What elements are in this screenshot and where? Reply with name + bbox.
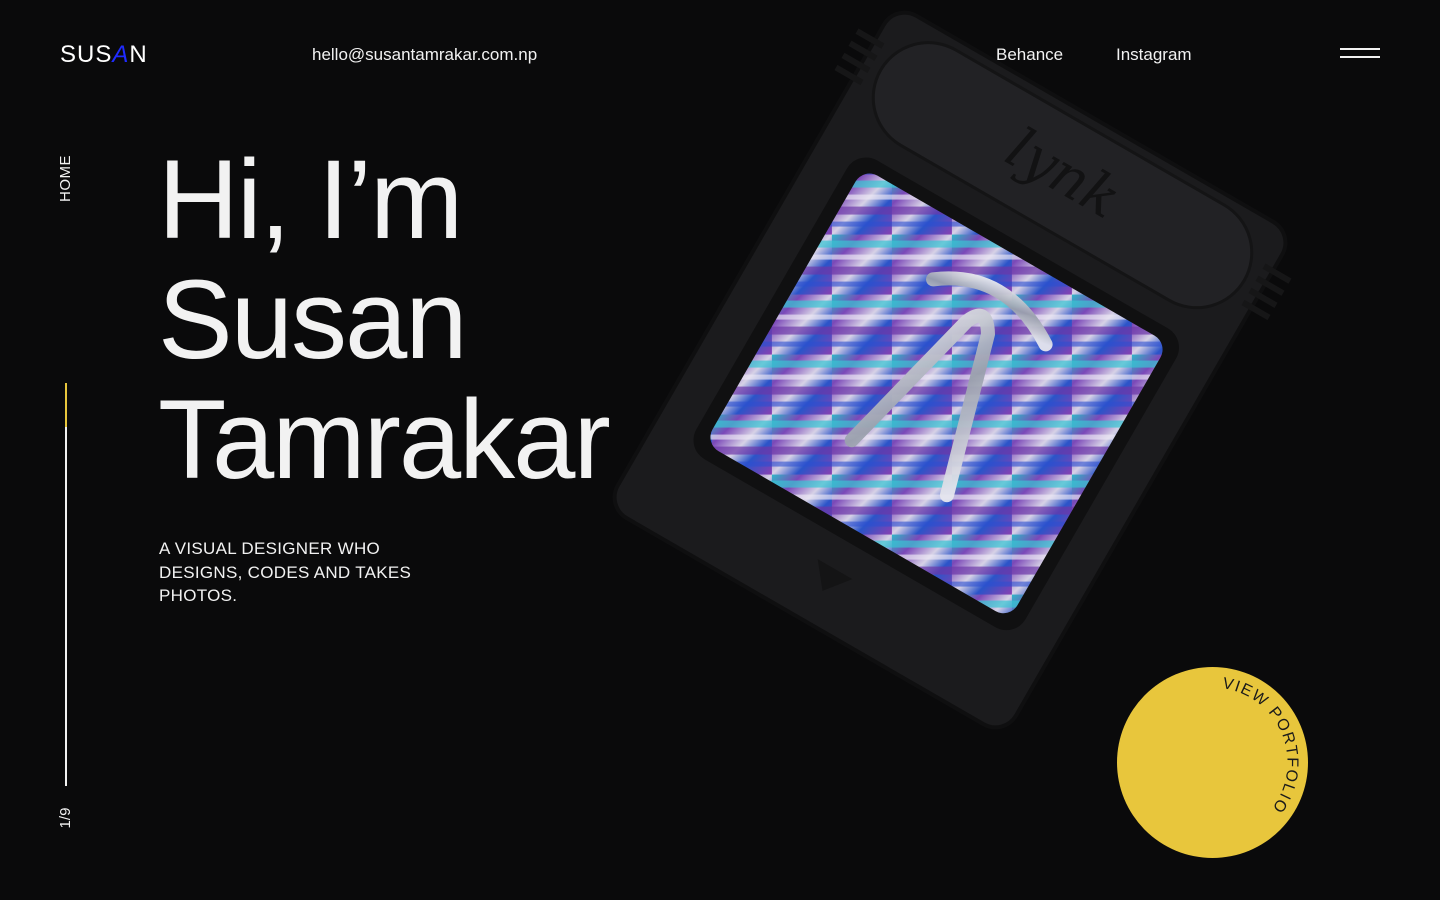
view-portfolio-button[interactable]: VIEW PORTFOLIO bbox=[1117, 667, 1308, 858]
hero-subtitle: A VISUAL DESIGNER WHO DESIGNS, CODES AND… bbox=[159, 539, 412, 605]
hero-heading-line-3: Tamrakar bbox=[158, 377, 611, 502]
site-logo[interactable]: SUSAN bbox=[60, 40, 148, 70]
scroll-progress-track bbox=[65, 383, 67, 786]
hamburger-menu-button[interactable] bbox=[1340, 46, 1380, 64]
cta-circle-background bbox=[1117, 667, 1308, 858]
hero-heading-line-2: Susan bbox=[158, 257, 468, 382]
hero-heading: Hi, I’m Susan Tamrakar bbox=[158, 137, 611, 502]
hamburger-line-bottom bbox=[1340, 56, 1380, 58]
logo-text-start: SUS bbox=[60, 41, 113, 68]
game-cartridge-artwork: lynk bbox=[612, 10, 1292, 730]
hamburger-line-top bbox=[1340, 48, 1380, 50]
logo-text-end: N bbox=[129, 41, 148, 68]
scroll-progress-fill bbox=[65, 383, 67, 427]
slide-counter: 1/9 bbox=[57, 807, 74, 829]
logo-text-accent: A bbox=[112, 41, 130, 68]
email-link[interactable]: hello@susantamrakar.com.np bbox=[312, 44, 537, 66]
hero-heading-line-1: Hi, I’m bbox=[158, 137, 463, 262]
section-indicator: HOME bbox=[57, 155, 74, 202]
